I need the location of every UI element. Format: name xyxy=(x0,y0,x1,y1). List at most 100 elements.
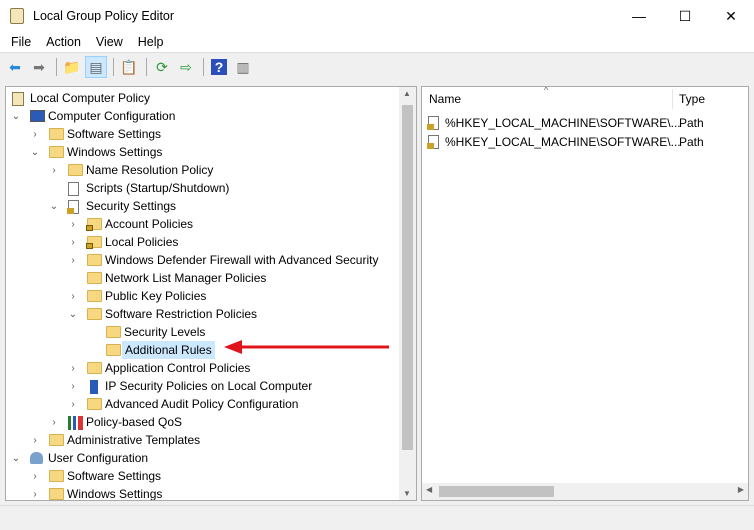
tree-item[interactable]: Local Computer Policy xyxy=(6,89,401,107)
tree-item-label: User Configuration xyxy=(48,451,149,465)
rule-type: Path xyxy=(679,135,704,149)
vertical-scrollbar[interactable]: ▲ ▼ xyxy=(399,87,416,500)
chevron-right-icon[interactable]: › xyxy=(49,165,59,176)
title-bar: Local Group Policy Editor — ☐ ✕ xyxy=(0,0,754,32)
tree-item-label: Local Policies xyxy=(105,235,179,249)
menu-help[interactable]: Help xyxy=(138,32,164,52)
tree-item[interactable]: › Software Settings xyxy=(6,467,401,485)
horizontal-scrollbar[interactable]: ◀ ▶ xyxy=(422,483,748,500)
chevron-right-icon[interactable]: › xyxy=(68,363,78,374)
scrollbar-thumb[interactable] xyxy=(439,486,554,497)
list-pane: ^ Name Type %HKEY_LOCAL_MACHINE\SOFTWARE… xyxy=(421,86,749,501)
chevron-right-icon[interactable]: › xyxy=(68,291,78,302)
refresh-icon[interactable]: ⟳ xyxy=(151,56,173,78)
menu-action[interactable]: Action xyxy=(46,32,81,52)
tree-item-label: Local Computer Policy xyxy=(30,91,151,105)
export-list-icon[interactable]: ⇨ xyxy=(175,56,197,78)
show-action-pane-icon[interactable]: ▥ xyxy=(232,56,254,78)
minimize-button[interactable]: — xyxy=(616,0,662,32)
tree-item[interactable]: ⌄ Security Settings xyxy=(6,197,401,215)
chevron-down-icon[interactable]: ⌄ xyxy=(49,201,59,212)
chevron-right-icon[interactable]: › xyxy=(49,417,59,428)
tree-item[interactable]: › Name Resolution Policy xyxy=(6,161,401,179)
chevron-right-icon[interactable]: › xyxy=(68,237,78,248)
tree-item[interactable]: › IP Security Policies on Local Computer xyxy=(6,377,401,395)
chevron-right-icon[interactable]: › xyxy=(68,255,78,266)
chevron-right-icon[interactable]: › xyxy=(68,399,78,410)
tree-item[interactable]: › Public Key Policies xyxy=(6,287,401,305)
tree-pane: Local Computer Policy ⌄ Computer Configura… xyxy=(5,86,417,501)
list-row[interactable]: %HKEY_LOCAL_MACHINE\SOFTWARE\... Path xyxy=(422,114,748,132)
column-header-type[interactable]: Type xyxy=(679,87,705,111)
chevron-right-icon[interactable]: › xyxy=(68,219,78,230)
tree-item-label: Computer Configuration xyxy=(48,109,176,123)
chevron-down-icon[interactable]: ⌄ xyxy=(30,147,40,158)
tree-item[interactable]: ⌄ Computer Configuration xyxy=(6,107,401,125)
tree-item-label: Security Settings xyxy=(86,199,177,213)
divider xyxy=(203,58,204,76)
chevron-right-icon[interactable]: › xyxy=(30,129,40,140)
tree-item-label: Advanced Audit Policy Configuration xyxy=(105,397,299,411)
tree-item[interactable]: › Local Policies xyxy=(6,233,401,251)
tree-item-label: Software Settings xyxy=(67,469,162,483)
back-icon[interactable]: ⬅ xyxy=(4,56,26,78)
menu-bar: File Action View Help xyxy=(0,32,754,53)
up-folder-icon[interactable]: 📁 xyxy=(61,56,83,78)
tree-item[interactable]: Network List Manager Policies xyxy=(6,269,401,287)
divider xyxy=(146,58,147,76)
rule-name: %HKEY_LOCAL_MACHINE\SOFTWARE\... xyxy=(445,135,681,149)
help-icon[interactable]: ? xyxy=(208,56,230,78)
tree-item[interactable]: › Administrative Templates xyxy=(6,431,401,449)
rule-type: Path xyxy=(679,116,704,130)
tree-item-label: IP Security Policies on Local Computer xyxy=(105,379,313,393)
tree-item[interactable]: › Advanced Audit Policy Configuration xyxy=(6,395,401,413)
forward-icon[interactable]: ➡ xyxy=(28,56,50,78)
tree-item[interactable]: ⌄ Software Restriction Policies xyxy=(6,305,401,323)
divider xyxy=(113,58,114,76)
tree-item-label: Additional Rules xyxy=(122,341,215,359)
tree-item[interactable]: › Policy-based QoS xyxy=(6,413,401,431)
tree-item[interactable]: › Application Control Policies xyxy=(6,359,401,377)
tree-item-label: Name Resolution Policy xyxy=(86,163,214,177)
chevron-right-icon[interactable]: › xyxy=(30,471,40,482)
close-button[interactable]: ✕ xyxy=(708,0,754,32)
tree-item[interactable]: ⌄ User Configuration xyxy=(6,449,401,467)
tree-item[interactable]: › Windows Defender Firewall with Advanced… xyxy=(6,251,401,269)
tree-item-label: Application Control Policies xyxy=(105,361,251,375)
chevron-down-icon[interactable]: ⌄ xyxy=(68,309,78,320)
tree-item-label: Scripts (Startup/Shutdown) xyxy=(86,181,230,195)
tree-item[interactable]: › Account Policies xyxy=(6,215,401,233)
menu-file[interactable]: File xyxy=(11,32,31,52)
divider xyxy=(56,58,57,76)
tree-item-label: Software Settings xyxy=(67,127,162,141)
tree-item-label: Public Key Policies xyxy=(105,289,207,303)
column-header-name[interactable]: Name xyxy=(429,87,461,111)
tree-item[interactable]: Scripts (Startup/Shutdown) xyxy=(6,179,401,197)
app-icon xyxy=(10,8,24,24)
properties-icon[interactable]: 📋 xyxy=(118,56,140,78)
show-hide-tree-icon[interactable]: ▤ xyxy=(85,56,107,78)
chevron-right-icon[interactable]: › xyxy=(30,435,40,446)
chevron-down-icon[interactable]: ⌄ xyxy=(11,111,21,122)
tree-item[interactable]: › Software Settings xyxy=(6,125,401,143)
toolbar: ⬅ ➡ 📁 ▤ 📋 ⟳ ⇨ ? ▥ xyxy=(0,54,754,80)
chevron-down-icon[interactable]: ⌄ xyxy=(11,453,21,464)
tree-item-label: Policy-based QoS xyxy=(86,415,183,429)
tree-item-label: Account Policies xyxy=(105,217,194,231)
tree-item-label: Administrative Templates xyxy=(67,433,201,447)
tree-item-label: Windows Settings xyxy=(67,487,163,501)
tree-item-label: Security Levels xyxy=(124,325,206,339)
status-bar xyxy=(0,505,754,530)
tree-item[interactable]: › Windows Settings xyxy=(6,485,401,501)
chevron-right-icon[interactable]: › xyxy=(68,381,78,392)
maximize-button[interactable]: ☐ xyxy=(662,0,708,32)
menu-view[interactable]: View xyxy=(96,32,123,52)
list-row[interactable]: %HKEY_LOCAL_MACHINE\SOFTWARE\... Path xyxy=(422,133,748,151)
tree-item-label: Windows Defender Firewall with Advanced … xyxy=(105,253,379,267)
sort-ascending-icon: ^ xyxy=(544,86,549,95)
chevron-right-icon[interactable]: › xyxy=(30,489,40,500)
window-title: Local Group Policy Editor xyxy=(33,9,175,23)
scrollbar-thumb[interactable] xyxy=(402,105,413,450)
red-arrow-annotation xyxy=(224,340,389,354)
tree-item[interactable]: ⌄ Windows Settings xyxy=(6,143,401,161)
